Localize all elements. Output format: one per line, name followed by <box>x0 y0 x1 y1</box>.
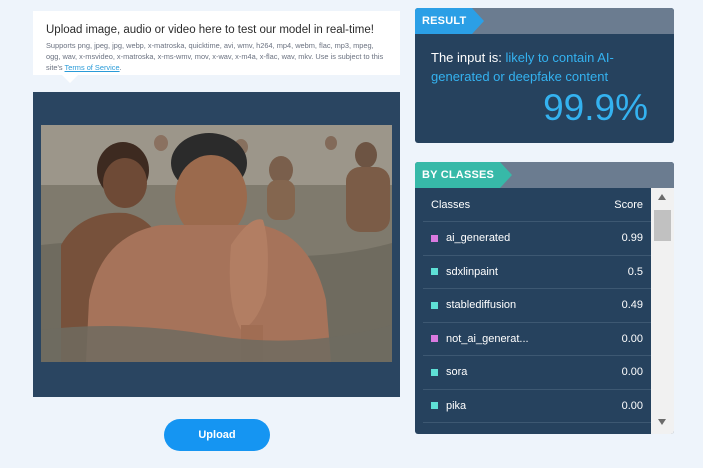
class-name: not_ai_generat... <box>446 332 529 345</box>
class-score: 0.00 <box>621 332 643 345</box>
table-row: sora 0.00 <box>423 356 651 390</box>
column-header-score: Score <box>614 198 643 211</box>
class-name: ai_generated <box>446 232 511 245</box>
tos-suffix: . <box>119 63 122 72</box>
table-row: sdxlinpaint 0.5 <box>423 256 651 289</box>
upload-info-card: Upload image, audio or video here to tes… <box>33 11 400 75</box>
class-color-swatch <box>431 301 438 309</box>
supported-formats-text: Supports png, jpeg, jpg, webp, x-matrosk… <box>46 40 387 73</box>
terms-of-service-link[interactable]: Terms of Service <box>65 63 120 72</box>
table-row: pika 0.00 <box>423 390 651 423</box>
result-header: RESULT <box>415 8 674 34</box>
uploaded-image <box>41 125 392 362</box>
upload-dropzone[interactable] <box>33 92 400 397</box>
class-score: 0.00 <box>621 399 643 412</box>
result-text: The input is: likely to contain AI-gener… <box>415 34 674 86</box>
class-color-swatch <box>431 335 438 343</box>
class-color-swatch <box>431 368 438 376</box>
classes-table: Classes Score ai_generated 0.99 sdxlinpa… <box>423 188 651 434</box>
result-card: RESULT The input is: likely to contain A… <box>415 8 674 143</box>
class-score: 0.99 <box>621 232 643 245</box>
upload-button[interactable]: Upload <box>164 419 270 451</box>
classes-card: BY CLASSES Classes Score ai_generated 0.… <box>415 162 674 434</box>
class-color-swatch <box>431 402 438 410</box>
class-score: 0.00 <box>621 366 643 379</box>
class-color-swatch <box>431 268 438 276</box>
class-name: sora <box>446 366 468 379</box>
result-score: 99.9% <box>543 87 648 128</box>
class-name: pika <box>446 399 467 412</box>
classes-scrollbar[interactable] <box>651 188 674 434</box>
upload-headline: Upload image, audio or video here to tes… <box>46 24 374 36</box>
column-header-classes: Classes <box>431 198 471 211</box>
class-score: 0.5 <box>627 265 643 278</box>
class-name: stablediffusion <box>446 299 517 312</box>
info-card-pointer <box>62 75 78 83</box>
class-color-swatch <box>431 234 438 242</box>
classes-tag: BY CLASSES <box>415 162 513 188</box>
class-score: 0.49 <box>621 299 643 312</box>
result-tag: RESULT <box>415 8 485 34</box>
scroll-thumb[interactable] <box>654 210 671 241</box>
class-name: sdxlinpaint <box>446 265 498 278</box>
classes-table-header: Classes Score <box>423 188 651 222</box>
classes-header: BY CLASSES <box>415 162 674 188</box>
table-row: ai_generated 0.99 <box>423 222 651 256</box>
scroll-down-icon[interactable] <box>658 419 666 425</box>
table-row: not_ai_generat... 0.00 <box>423 323 651 356</box>
table-row: stablediffusion 0.49 <box>423 289 651 323</box>
result-prefix: The input is: <box>431 50 506 65</box>
scroll-up-icon[interactable] <box>658 194 666 200</box>
